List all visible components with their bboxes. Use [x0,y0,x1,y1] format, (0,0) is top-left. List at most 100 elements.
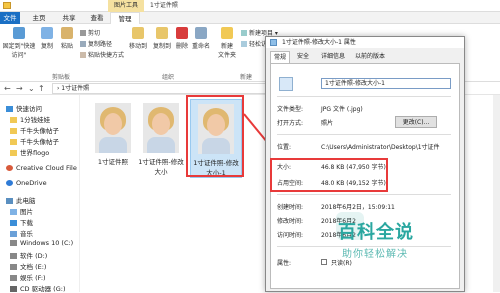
delete-button[interactable]: 删除 [174,27,190,50]
sidebar-item-folder[interactable]: 千牛头像帖子 [10,125,59,135]
rename-icon [195,27,207,39]
sidebar-item-drive-d[interactable]: 软件 (D:) [10,250,47,260]
file-name: 1寸证件照 [97,158,129,166]
new-folder-button[interactable]: 新建 文件夹 [216,27,238,59]
group-clipboard-label: 剪贴板 [52,74,71,81]
sidebar-item-quick-access[interactable]: 快速访问 [6,103,42,113]
paste-icon [61,27,73,39]
rename-button[interactable]: 重命名 [190,27,212,50]
dialog-title-bar: 1寸证件照-修改大小-1 属性 [266,37,464,48]
sidebar-item-creative-cloud[interactable]: Creative Cloud File [6,164,77,172]
music-icon [10,231,17,237]
sidebar-item-drive-e[interactable]: 文档 (E:) [10,261,46,271]
tab-security[interactable]: 安全 [294,51,312,63]
drive-icon [10,240,17,246]
sidebar-item-label: 文档 (E:) [20,263,47,271]
image-file-icon [270,39,277,46]
file-type-value: JPG 文件 (.jpg) [321,106,363,113]
ribbon-tabs: 文件 主页 共享 查看 管理 [0,12,500,24]
tab-previous-versions[interactable]: 以前的版本 [352,51,388,63]
sidebar-item-folder[interactable]: 1分钱娃娃 [10,114,50,124]
tab-details[interactable]: 详细信息 [318,51,348,63]
paste-button[interactable]: 粘贴 [58,27,76,50]
cut-button[interactable]: 剪切 [80,28,100,37]
cd-drive-icon [10,286,17,292]
tab-share[interactable]: 共享 [58,12,80,24]
folder-icon [10,139,17,145]
sidebar-item-label: 图片 [20,208,33,216]
sidebar-item-this-pc[interactable]: 此电脑 [6,195,36,205]
file-item[interactable]: 1寸证件照 [90,103,136,166]
sidebar-item-folder[interactable]: 千牛头像帖子 [10,136,59,146]
sidebar-item-label: 此电脑 [16,197,36,205]
easy-access-icon [241,41,247,47]
address-input[interactable]: › 1寸证件照 [52,83,268,94]
folder-icon [3,2,11,9]
scrollbar[interactable] [493,95,500,292]
forward-arrow-icon[interactable]: → [16,84,23,93]
up-arrow-icon[interactable]: ↑ [38,84,45,93]
sidebar-item-music[interactable]: 音乐 [10,228,33,238]
scissors-icon [80,30,86,36]
pictures-icon [10,209,17,215]
copy-button[interactable]: 复制 [38,27,56,50]
title-bar: 图片工具 1寸证件照 [0,0,500,12]
filename-field[interactable]: 1寸证件照-修改大小-1 [321,78,451,89]
tab-general[interactable]: 常规 [270,51,290,63]
copy-to-label: 复制到 [152,43,171,50]
pin-icon [13,27,25,39]
sidebar-item-label: 下载 [20,219,33,227]
sidebar-item-onedrive[interactable]: OneDrive [6,179,47,187]
copy-to-button[interactable]: 复制到 [150,27,174,50]
new-folder-icon [221,27,233,39]
drive-icon [10,264,17,270]
group-organize-label: 组织 [162,74,175,81]
sidebar-item-label: 娱乐 (F:) [20,274,46,282]
sidebar-item-drive-f[interactable]: 娱乐 (F:) [10,272,46,282]
divider [277,96,451,97]
sidebar-item-label: 世界flogo [20,149,50,157]
drive-icon [10,275,17,281]
sidebar-item-label: 千牛头像帖子 [20,138,59,146]
pin-label: 固定到"快速访问" [2,43,36,59]
sidebar-item-drive-c[interactable]: Windows 10 (C:) [10,239,73,247]
location-label: 位置: [277,144,292,151]
pin-quick-access-button[interactable]: 固定到"快速访问" [2,27,36,59]
move-to-button[interactable]: 移动到 [126,27,150,50]
change-button[interactable]: 更改(C)... [395,116,437,128]
photo-thumbnail [143,103,179,153]
sidebar-item-folder[interactable]: 世界flogo [10,147,49,157]
rename-label: 重命名 [191,43,210,50]
sidebar-item-label: 千牛头像帖子 [20,127,59,135]
paste-shortcut-button[interactable]: 粘贴快捷方式 [80,50,124,59]
copy-path-icon [80,41,86,47]
copy-label: 复制 [40,43,53,50]
tab-home[interactable]: 主页 [28,12,50,24]
recent-chevron-icon[interactable]: ⌄ [28,84,35,93]
star-icon [6,106,13,112]
download-icon [10,220,17,226]
copy-to-icon [156,27,168,39]
copy-path-button[interactable]: 复制路径 [80,39,112,48]
paste-shortcut-icon [80,52,86,58]
watermark-main-text: 百科全说 [338,222,414,243]
tab-file[interactable]: 文件 [0,12,20,24]
sidebar-item-pictures[interactable]: 图片 [10,206,33,216]
move-to-icon [132,27,144,39]
file-name: 1寸证件照-修改 大小 [138,158,184,176]
back-arrow-icon[interactable]: ← [4,84,11,93]
tab-manage[interactable]: 管理 [110,12,140,24]
copy-icon [41,27,53,39]
new-item-icon [241,30,247,36]
paste-shortcut-label: 粘贴快捷方式 [88,52,125,59]
tab-view[interactable]: 查看 [86,12,108,24]
delete-icon [176,27,188,39]
folder-icon [10,128,17,134]
navigation-pane: 快速访问 1分钱娃娃 千牛头像帖子 千牛头像帖子 世界flogo Creativ… [0,95,80,293]
file-item[interactable]: 1寸证件照-修改 大小 [138,103,184,176]
folder-icon [10,117,17,123]
readonly-checkbox[interactable] [321,259,327,265]
sidebar-item-downloads[interactable]: 下载 [10,217,33,227]
computer-icon [6,198,13,204]
move-to-label: 移动到 [128,43,147,50]
